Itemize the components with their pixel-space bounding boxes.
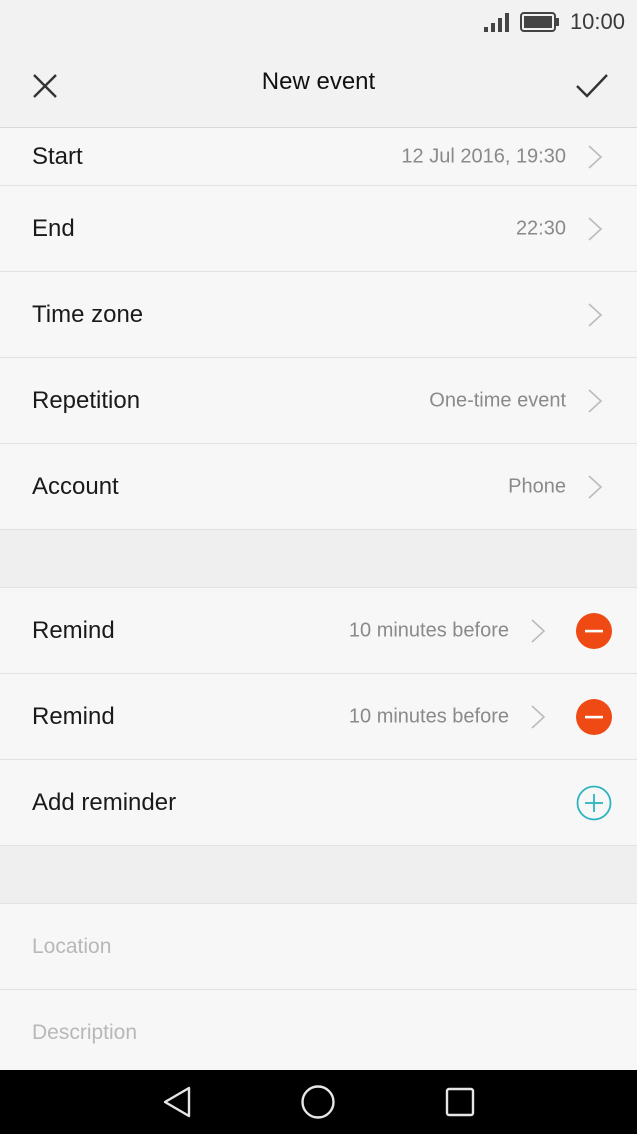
back-button[interactable] (157, 1084, 197, 1120)
app-bar: New event (0, 44, 637, 128)
reminder-label: Remind (32, 616, 115, 644)
repetition-value: One-time event (429, 389, 566, 411)
status-time: 10:00 (569, 9, 625, 34)
remove-reminder-icon[interactable] (576, 612, 612, 649)
account-label: Account (32, 472, 119, 500)
chevron-right-icon (531, 618, 546, 643)
account-value: Phone (508, 475, 566, 497)
description-placeholder: Description (32, 1020, 138, 1044)
add-reminder-icon[interactable] (576, 785, 612, 821)
end-label: End (32, 214, 75, 242)
start-label: Start (32, 142, 83, 170)
chevron-right-icon (588, 216, 603, 241)
description-field[interactable]: Description (0, 990, 637, 1070)
chevron-right-icon (531, 704, 546, 729)
add-reminder-label: Add reminder (32, 788, 177, 816)
home-button[interactable] (298, 1084, 338, 1120)
page-title: New event (261, 68, 376, 95)
chevron-right-icon (588, 388, 603, 413)
time-zone-row[interactable]: Time zone (0, 272, 637, 358)
battery-icon (519, 12, 559, 32)
end-row[interactable]: End 22:30 (0, 186, 637, 272)
recents-button[interactable] (440, 1084, 480, 1120)
home-circle-icon (301, 1085, 335, 1119)
status-bar: 10:00 (0, 0, 637, 44)
chevron-right-icon (588, 302, 603, 327)
add-reminder-row[interactable]: Add reminder (0, 760, 637, 846)
navigation-bar (0, 1070, 637, 1134)
end-value: 22:30 (515, 217, 566, 239)
reminder-row-2[interactable]: Remind 10 minutes before (0, 674, 637, 760)
account-row[interactable]: Account Phone (0, 444, 637, 530)
recents-square-icon (445, 1087, 475, 1117)
back-triangle-icon (163, 1086, 191, 1118)
confirm-button[interactable] (569, 66, 615, 106)
event-form: Start 12 Jul 2016, 19:30 End 22:30 Time … (0, 128, 637, 1070)
chevron-right-icon (588, 474, 603, 499)
reminder-row-1[interactable]: Remind 10 minutes before (0, 588, 637, 674)
location-placeholder: Location (32, 934, 112, 958)
section-gap (0, 530, 637, 588)
reminder-value: 10 minutes before (348, 705, 509, 727)
section-gap (0, 846, 637, 904)
reminder-label: Remind (32, 702, 115, 730)
check-icon (576, 74, 608, 98)
location-field[interactable]: Location (0, 904, 637, 990)
repetition-label: Repetition (32, 386, 141, 414)
repetition-row[interactable]: Repetition One-time event (0, 358, 637, 444)
chevron-right-icon (588, 144, 603, 169)
signal-icon (483, 13, 509, 32)
start-row[interactable]: Start 12 Jul 2016, 19:30 (0, 128, 637, 186)
time-zone-label: Time zone (32, 300, 144, 328)
reminder-value: 10 minutes before (348, 619, 509, 641)
remove-reminder-icon[interactable] (576, 698, 612, 735)
start-value: 12 Jul 2016, 19:30 (401, 145, 566, 167)
